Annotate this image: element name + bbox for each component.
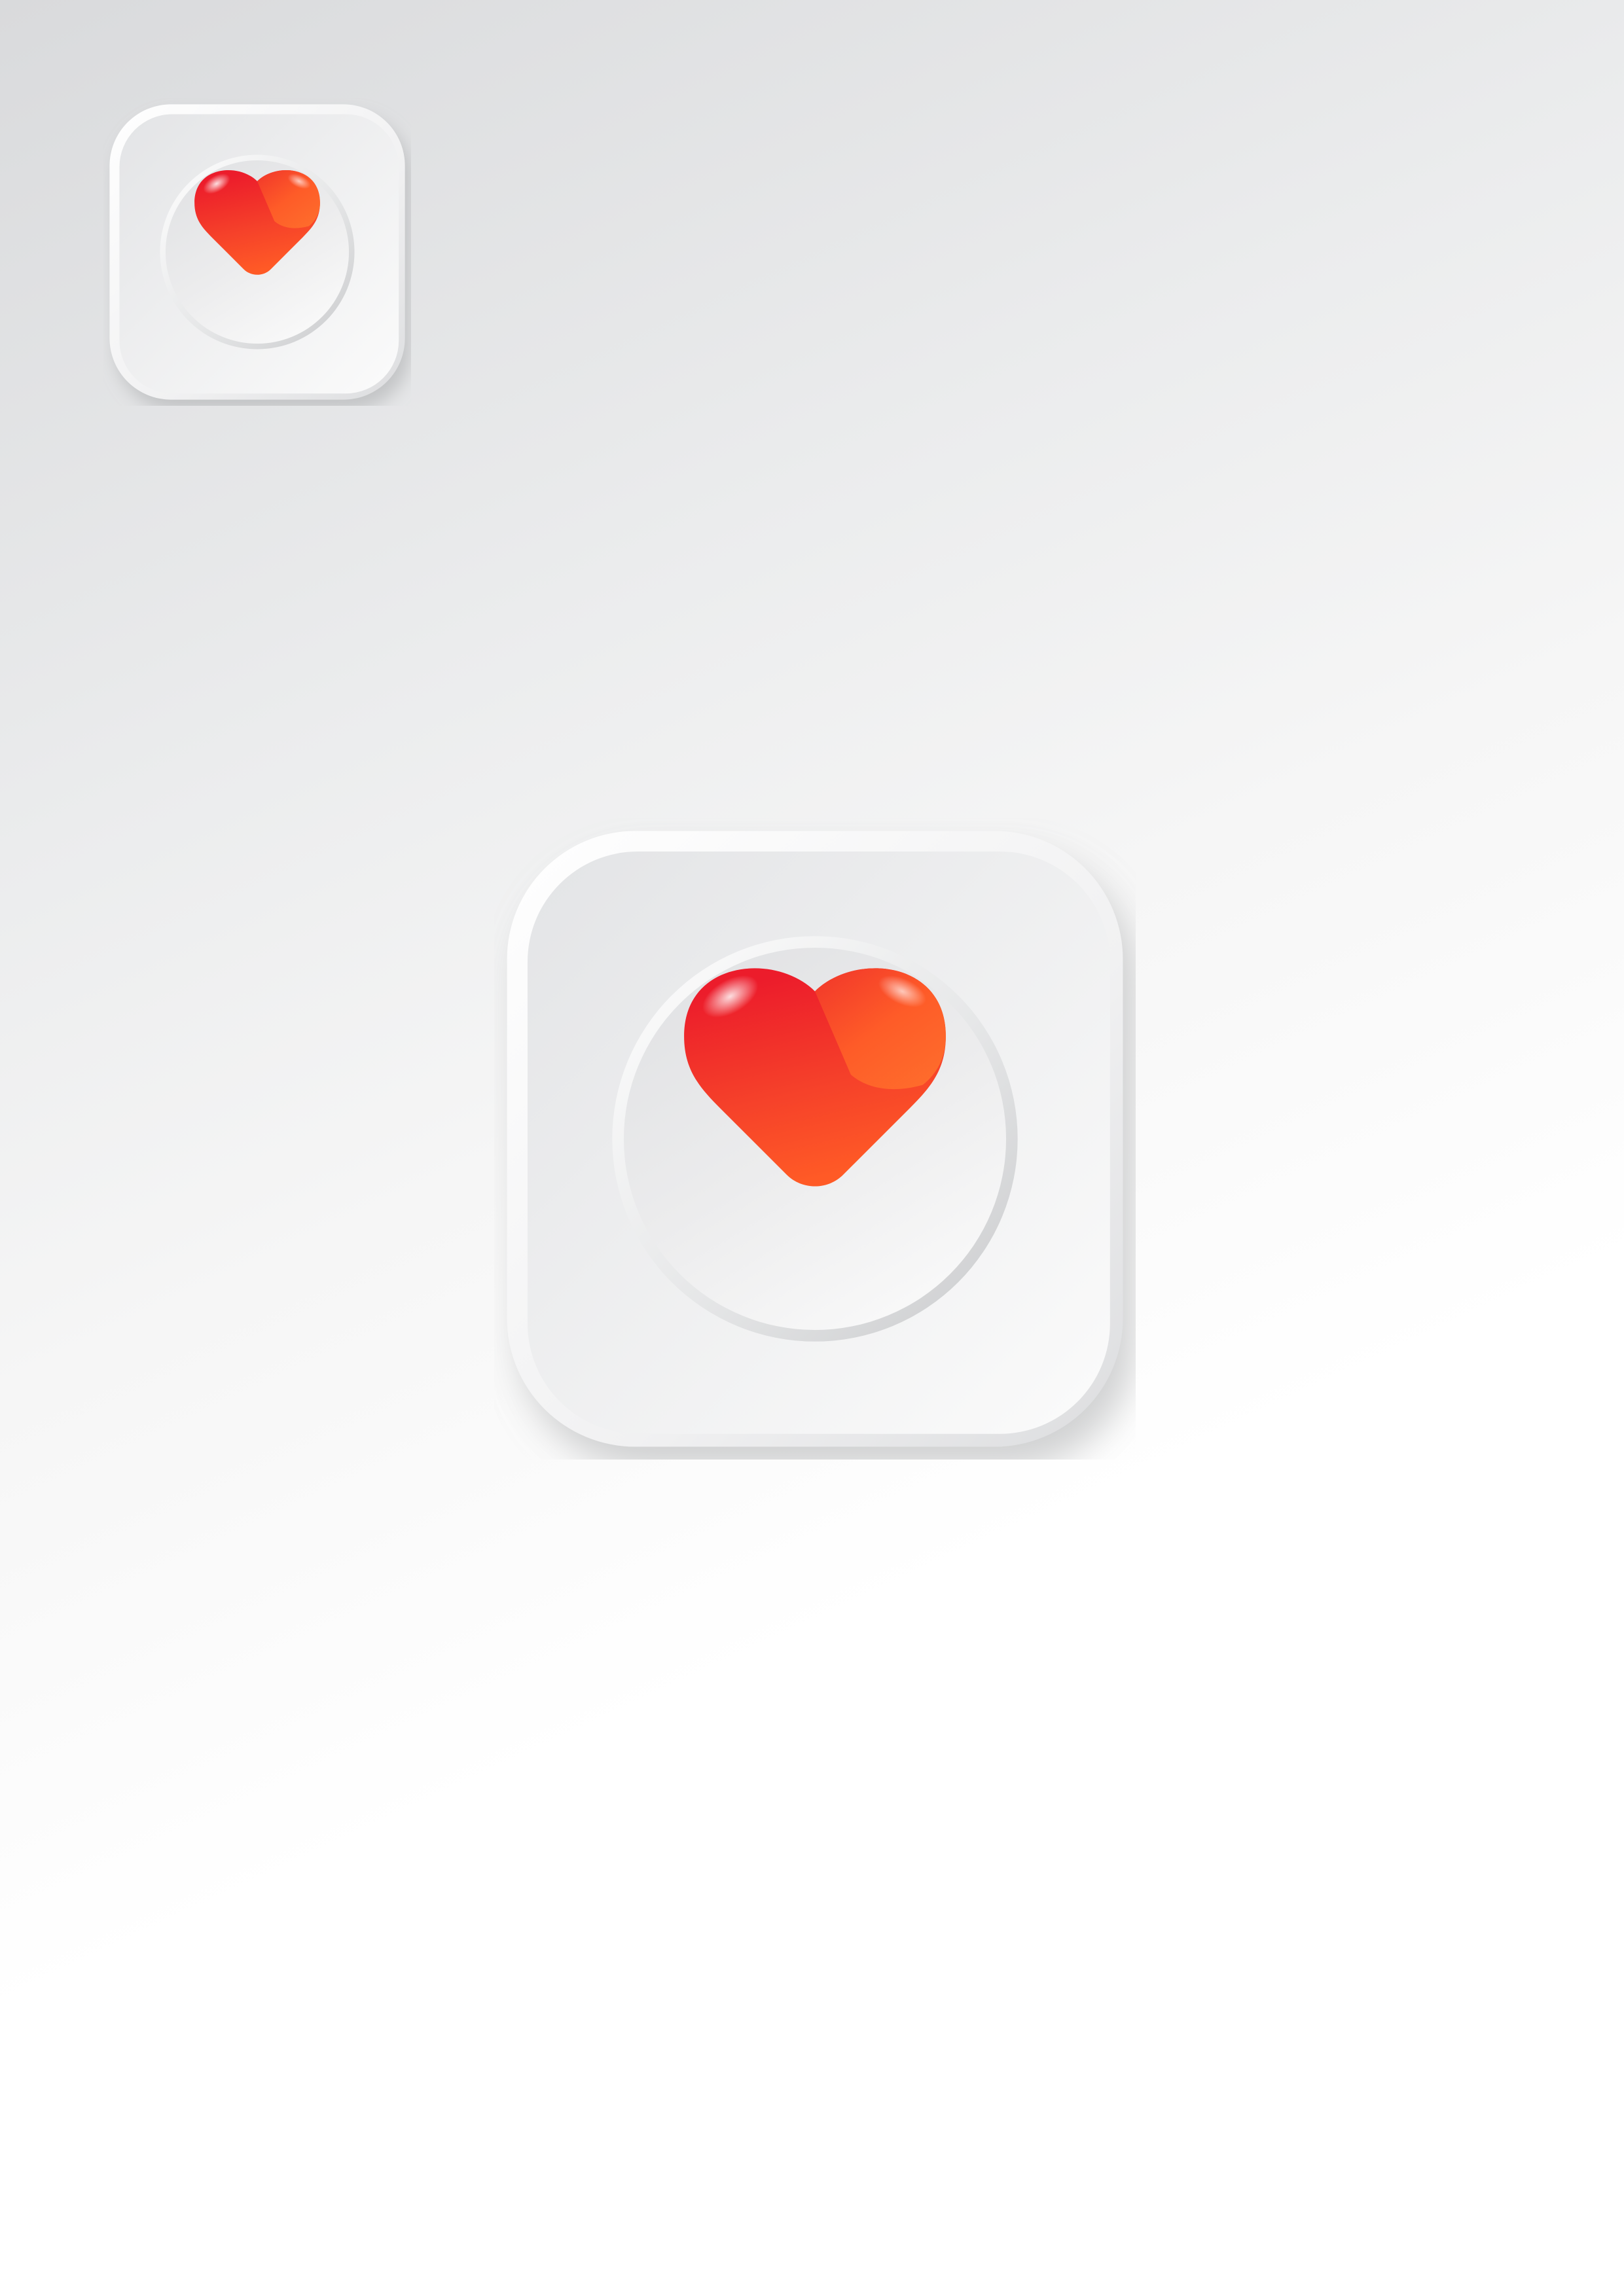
heart-icon [507,831,1123,1447]
app-icon-large[interactable] [494,818,1136,1460]
app-icon-small[interactable] [103,98,411,406]
heart-icon [109,104,405,399]
